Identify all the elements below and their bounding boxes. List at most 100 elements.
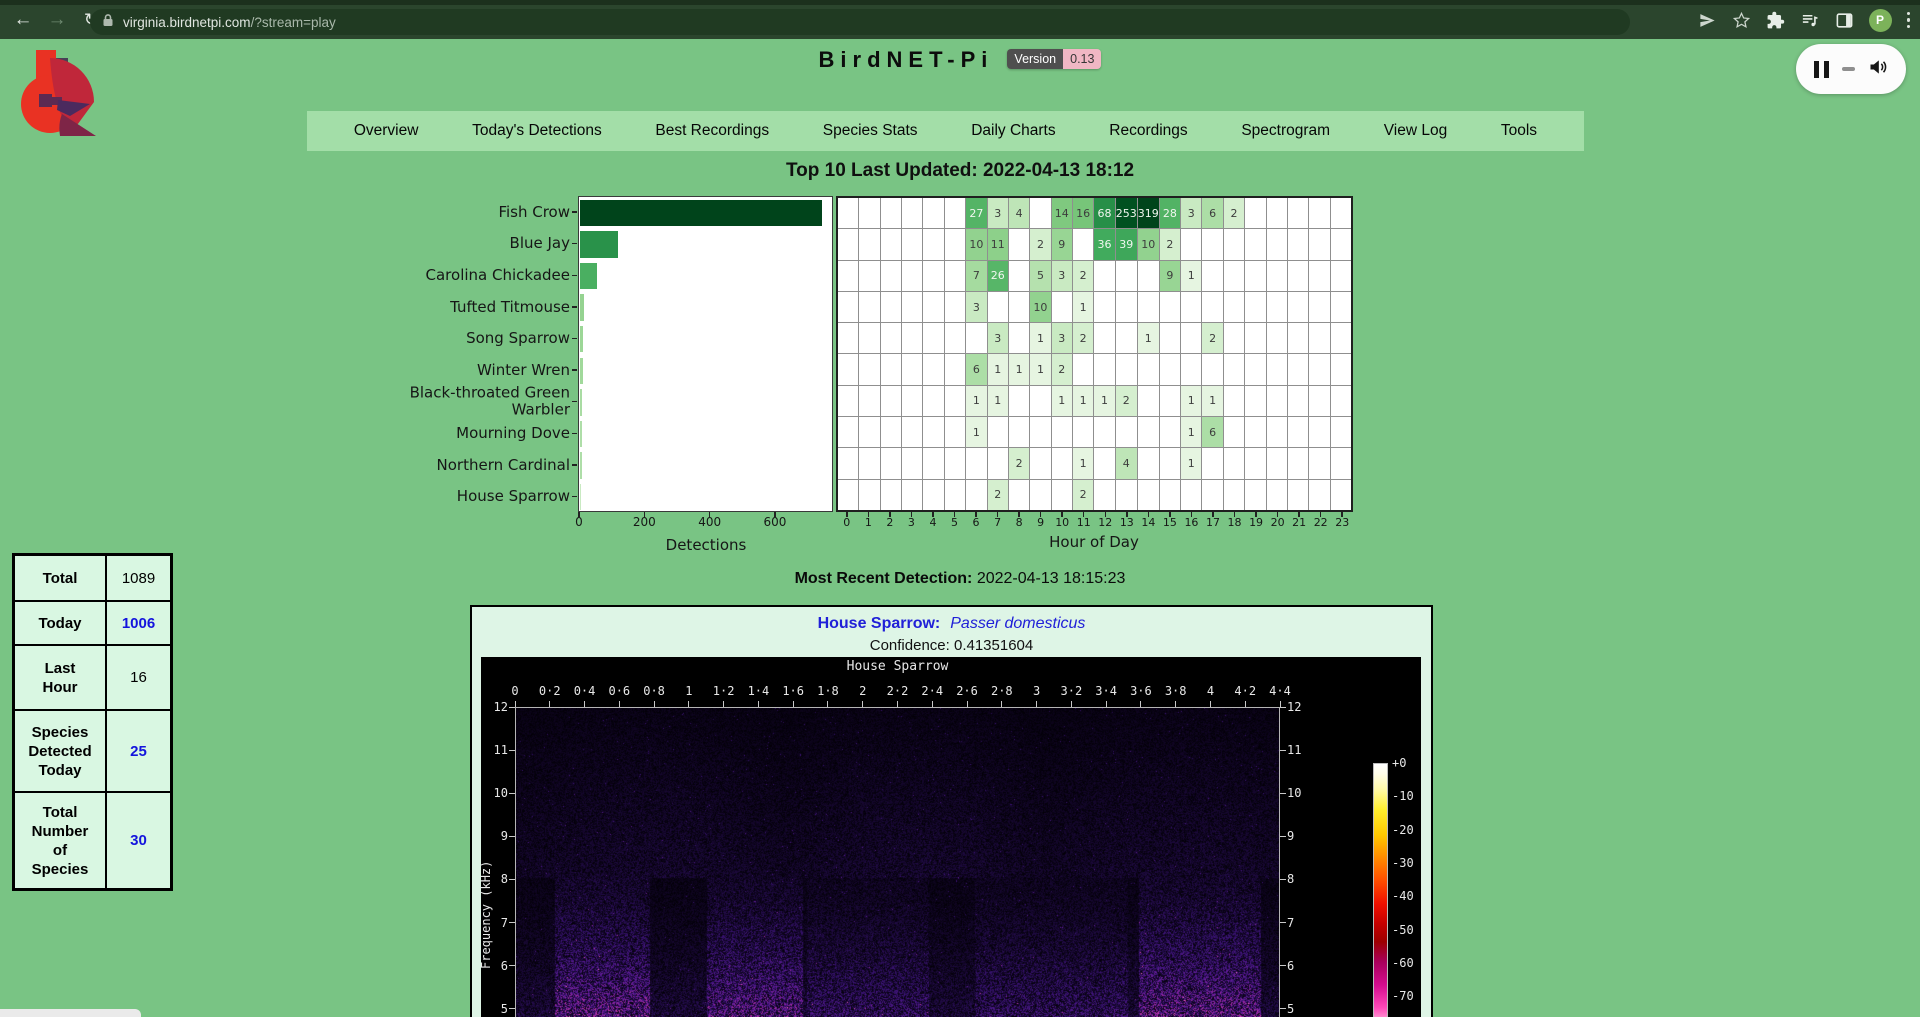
spec-time-tick: 3: [1033, 684, 1040, 698]
nav-item-spectrogram[interactable]: Spectrogram: [1241, 122, 1330, 140]
heatmap-cell: [1224, 448, 1244, 478]
spec-freq-tick-right: 11: [1287, 743, 1311, 757]
stats-value-today[interactable]: 1006: [107, 602, 170, 644]
heatmap-cell: [1009, 229, 1029, 259]
nav-item-overview[interactable]: Overview: [354, 122, 419, 140]
nav-item-species-stats[interactable]: Species Stats: [823, 122, 918, 140]
nav-item-view-log[interactable]: View Log: [1384, 122, 1447, 140]
nav-item-tools[interactable]: Tools: [1501, 122, 1537, 140]
profile-avatar[interactable]: P: [1869, 9, 1892, 32]
heatmap-cell: [859, 448, 879, 478]
heatmap-cell: 26: [988, 261, 1008, 291]
heatmap-cell: [881, 198, 901, 228]
heatmap-cell: [1224, 354, 1244, 384]
heatmap-cell: [881, 261, 901, 291]
spec-freq-tick-right: 12: [1287, 700, 1311, 714]
heatmap-cell: 1: [1181, 261, 1201, 291]
heatmap-cell: [1288, 261, 1308, 291]
heatmap-cell: 7: [966, 261, 986, 291]
detection-common-name[interactable]: House Sparrow:: [818, 615, 941, 632]
spectrogram-colorbar: [1373, 763, 1388, 1017]
heatmap-cell: [838, 386, 858, 416]
species-label: Song Sparrow: [360, 330, 570, 347]
heatmap-cell: [945, 354, 965, 384]
heatmap-cell: 3: [1052, 261, 1072, 291]
heatmap-cell: [1288, 323, 1308, 353]
heatmap-cell: [923, 323, 943, 353]
heatmap-cell: 10: [1030, 292, 1050, 322]
side-panel-icon[interactable]: [1835, 11, 1854, 30]
heatmap-cell: [1224, 386, 1244, 416]
heatmap-cell: [1288, 386, 1308, 416]
heatmap-cell: [881, 292, 901, 322]
species-label: Blue Jay: [360, 235, 570, 252]
spec-time-tick: 1: [685, 684, 692, 698]
spectrogram-image: [516, 708, 1280, 1017]
heatmap-cell: [923, 354, 943, 384]
bar-axis-tick: 200: [633, 515, 656, 529]
stats-table: Total1089Today1006Last Hour16Species Det…: [12, 553, 173, 891]
detection-bar: [580, 326, 584, 352]
heatmap-cell: [902, 386, 922, 416]
heatmap-cell: [1245, 198, 1265, 228]
hour-axis-tick: 8: [1016, 516, 1023, 529]
browser-back-button[interactable]: ←: [10, 7, 36, 33]
heatmap-cell: [966, 480, 986, 510]
heatmap-cell: [1138, 261, 1159, 291]
heatmap-cell: 6: [1202, 417, 1222, 447]
playlist-icon[interactable]: [1800, 11, 1820, 30]
heatmap-cell: [902, 323, 922, 353]
heatmap-cell: [1331, 417, 1351, 447]
bookmark-star-icon[interactable]: [1732, 11, 1751, 30]
heatmap-cell: [1052, 417, 1072, 447]
heatmap-cell: [902, 480, 922, 510]
pause-icon[interactable]: [1814, 61, 1829, 78]
heatmap-cell: [838, 417, 858, 447]
volume-icon[interactable]: [1868, 57, 1888, 82]
stats-label: Species Detected Today: [15, 711, 107, 791]
extensions-puzzle-icon[interactable]: [1766, 11, 1785, 30]
browser-menu-icon[interactable]: [1907, 12, 1911, 29]
nav-item-recordings[interactable]: Recordings: [1109, 122, 1187, 140]
heatmap-cell: [1073, 354, 1093, 384]
spec-time-tick: 3·4: [1095, 684, 1117, 698]
heatmap-cell: [923, 229, 943, 259]
nav-item-daily-charts[interactable]: Daily Charts: [971, 122, 1055, 140]
browser-forward-button[interactable]: →: [44, 7, 70, 33]
detection-bar: [580, 263, 597, 289]
heatmap-cell: [1224, 480, 1244, 510]
seek-bar[interactable]: [1842, 67, 1855, 72]
heatmap-cell: 3: [988, 323, 1008, 353]
heatmap-cell: 2: [988, 480, 1008, 510]
stats-value-species-detected-today[interactable]: 25: [107, 711, 170, 791]
address-bar[interactable]: virginia.birdnetpi.com/?stream=play: [90, 9, 1630, 35]
heatmap-cell: [1160, 417, 1180, 447]
heatmap-cell: 2: [1073, 261, 1093, 291]
heatmap-cell: 1: [1202, 386, 1222, 416]
send-icon[interactable]: [1698, 11, 1717, 30]
heatmap-cell: [1309, 354, 1329, 384]
heatmap-cell: [1202, 229, 1222, 259]
hour-axis-tick: 3: [908, 516, 915, 529]
browser-toolbar: ← → ↻ virginia.birdnetpi.com/?stream=pla…: [0, 0, 1920, 39]
hour-axis-tick: 18: [1228, 516, 1242, 529]
heatmap-cell: 28: [1160, 198, 1180, 228]
heatmap-cell: 3: [1052, 323, 1072, 353]
spec-time-tick: 3·6: [1130, 684, 1152, 698]
detection-bar: [580, 200, 823, 226]
audio-player[interactable]: [1796, 44, 1906, 94]
heatmap-cell: [1245, 480, 1265, 510]
heatmap-cell: 2: [1224, 198, 1244, 228]
heatmap-cell: [1224, 292, 1244, 322]
nav-item-today-s-detections[interactable]: Today's Detections: [472, 122, 602, 140]
heatmap-cell: [1309, 292, 1329, 322]
stats-value-total-number-of-species[interactable]: 30: [107, 793, 170, 888]
heatmap-cell: 14: [1052, 198, 1072, 228]
heatmap-cell: 2: [1073, 323, 1093, 353]
stats-label: Last Hour: [15, 646, 107, 709]
spec-time-tick: 1·2: [713, 684, 735, 698]
nav-item-best-recordings[interactable]: Best Recordings: [655, 122, 769, 140]
heatmap-cell: [945, 261, 965, 291]
spec-time-tick: 0·6: [608, 684, 630, 698]
heatmap-cell: [902, 229, 922, 259]
